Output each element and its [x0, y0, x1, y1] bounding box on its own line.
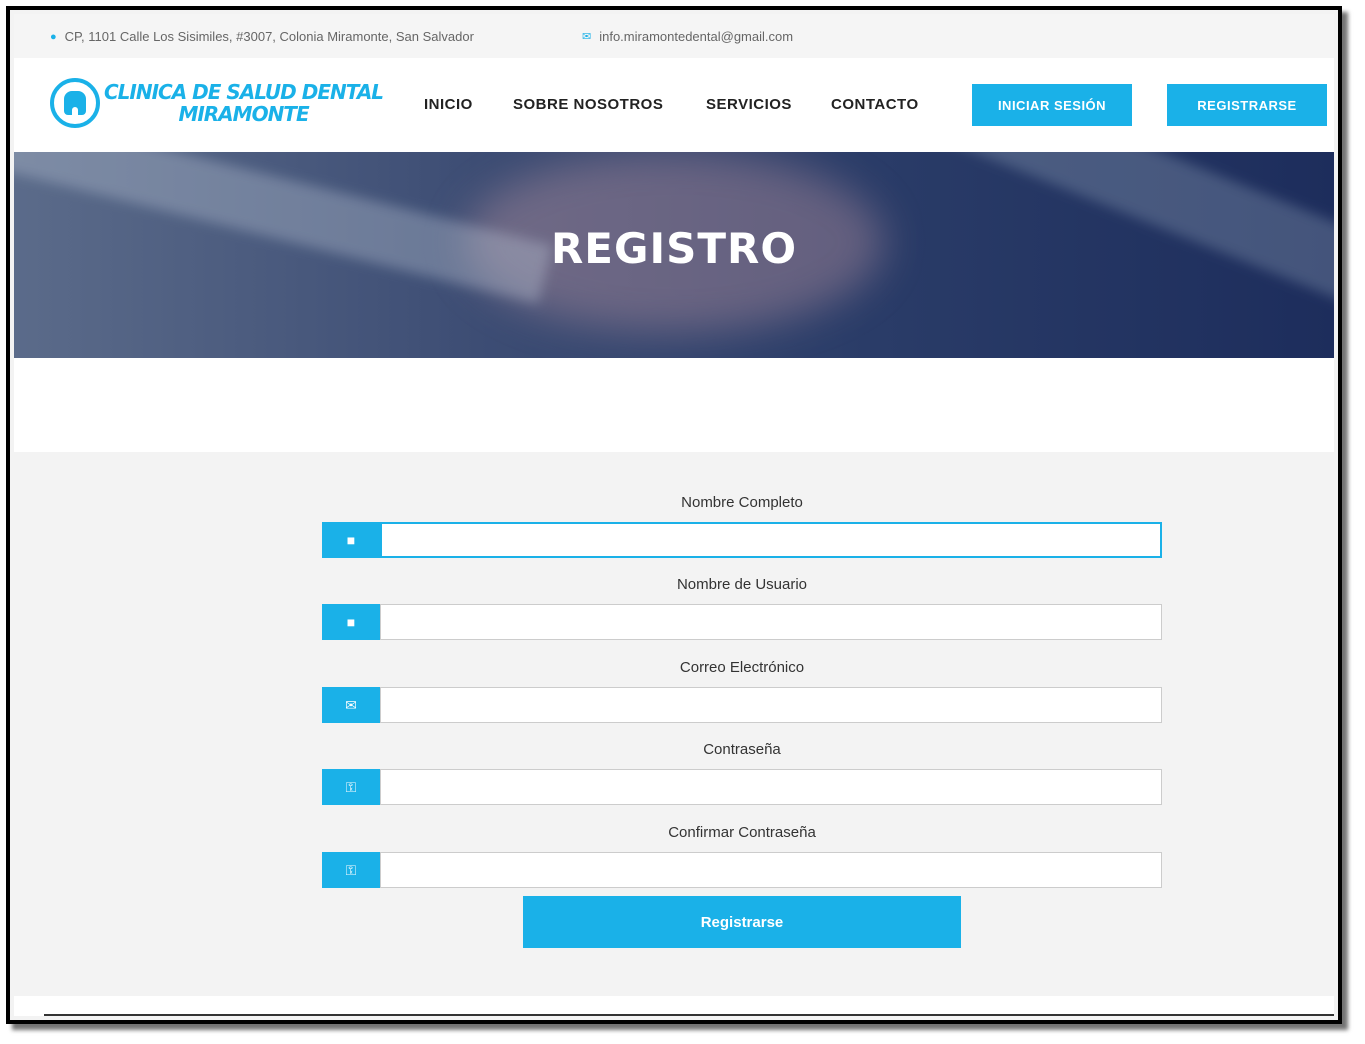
envelope-icon: ✉: [582, 31, 592, 43]
field-nombre-completo: ■: [322, 522, 1162, 558]
key-icon: ⚿: [322, 769, 380, 805]
field-contrasena: ⚿: [322, 769, 1162, 805]
browser-frame: ● CP, 1101 Calle Los Sisimiles, #3007, C…: [6, 6, 1342, 1024]
correo-input[interactable]: [380, 687, 1162, 723]
logo-line-1: CLINICA DE SALUD DENTAL: [104, 80, 384, 104]
user-icon: ■: [322, 522, 380, 558]
address-text: CP, 1101 Calle Los Sisimiles, #3007, Col…: [64, 29, 474, 44]
contrasena-input[interactable]: [380, 769, 1162, 805]
map-marker-icon: ●: [50, 30, 57, 43]
field-nombre-usuario: ■: [322, 604, 1162, 640]
page-title: REGISTRO: [550, 224, 798, 273]
user-icon: ■: [322, 604, 380, 640]
nombre-completo-input[interactable]: [380, 522, 1162, 558]
envelope-icon: ✉: [322, 687, 380, 723]
register-header-button[interactable]: REGISTRARSE: [1167, 84, 1327, 126]
footer-band: [14, 996, 1334, 1016]
tooth-logo-icon: [50, 78, 100, 128]
submit-register-button[interactable]: Registrarse: [523, 896, 961, 948]
nav-inicio[interactable]: INICIO: [424, 96, 473, 113]
clinic-logo[interactable]: CLINICA DE SALUD DENTAL MIRAMONTE: [50, 78, 384, 128]
email-text[interactable]: info.miramontedental@gmail.com: [599, 29, 793, 44]
address-item: ● CP, 1101 Calle Los Sisimiles, #3007, C…: [50, 29, 474, 44]
field-correo: ✉: [322, 687, 1162, 723]
label-correo: Correo Electrónico: [679, 659, 805, 676]
nav-contacto[interactable]: CONTACTO: [831, 96, 919, 113]
page: ● CP, 1101 Calle Los Sisimiles, #3007, C…: [14, 14, 1334, 1016]
field-confirmar-contrasena: ⚿: [322, 852, 1162, 888]
label-nombre-completo: Nombre Completo: [681, 494, 803, 511]
logo-line-2: MIRAMONTE: [178, 102, 309, 126]
registration-form: Nombre Completo ■ Nombre de Usuario ■ Co…: [14, 452, 1334, 996]
hero-banner: REGISTRO: [14, 152, 1334, 358]
key-icon: ⚿: [322, 852, 380, 888]
spacer-band: [14, 358, 1334, 453]
login-button[interactable]: INICIAR SESIÓN: [972, 84, 1132, 126]
top-info-bar: ● CP, 1101 Calle Los Sisimiles, #3007, C…: [14, 14, 1334, 58]
nav-sobre-nosotros[interactable]: SOBRE NOSOTROS: [513, 96, 663, 113]
label-contrasena: Contraseña: [703, 741, 781, 758]
email-item[interactable]: ✉ info.miramontedental@gmail.com: [582, 29, 793, 44]
logo-text: CLINICA DE SALUD DENTAL MIRAMONTE: [104, 80, 384, 126]
confirmar-contrasena-input[interactable]: [380, 852, 1162, 888]
nav-servicios[interactable]: SERVICIOS: [706, 96, 792, 113]
nombre-usuario-input[interactable]: [380, 604, 1162, 640]
site-header: CLINICA DE SALUD DENTAL MIRAMONTE INICIO…: [14, 58, 1334, 152]
label-nombre-usuario: Nombre de Usuario: [676, 576, 808, 593]
label-confirmar-contrasena: Confirmar Contraseña: [668, 824, 816, 841]
